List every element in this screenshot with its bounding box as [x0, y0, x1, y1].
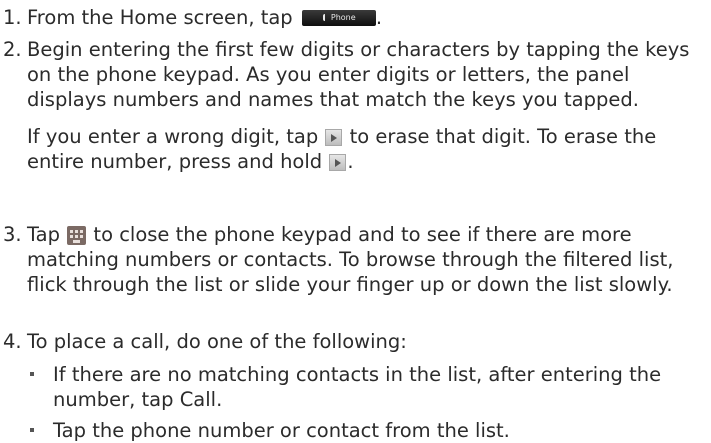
- step-text-end: .: [375, 6, 383, 29]
- bullet-text-end: .: [216, 388, 223, 411]
- step-number: 3.: [3, 223, 22, 246]
- bullet-text: If there are no matching contacts in the…: [53, 363, 662, 411]
- bullet-text: Tap the phone number or contact from the…: [53, 419, 510, 442]
- step-number: 2.: [3, 38, 22, 61]
- keypad-icon: [67, 226, 87, 245]
- step-number: 1.: [3, 6, 22, 29]
- phone-button-icon: Phone: [301, 10, 376, 26]
- backspace-icon: [325, 129, 343, 146]
- phone-button-label: Phone: [330, 13, 356, 22]
- step-text: To place a call, do one of the following…: [27, 330, 407, 353]
- step-paragraph: Begin entering the first few digits or c…: [27, 38, 690, 111]
- step-text: Tap: [27, 223, 61, 246]
- erase-text-a: If you enter a wrong digit, tap: [27, 125, 319, 148]
- step-paragraph-erase: If you enter a wrong digit, tap to erase…: [27, 124, 711, 174]
- bullet-icon: [30, 428, 34, 432]
- step-number: 4.: [3, 330, 22, 353]
- backspace-icon: [329, 154, 347, 171]
- step-text: From the Home screen, tap: [27, 6, 293, 29]
- bullet-icon: [30, 372, 34, 376]
- call-label: Call: [179, 388, 217, 411]
- erase-text-c: .: [347, 150, 354, 173]
- step-text-rest: to close the phone keypad and to see if …: [27, 223, 674, 296]
